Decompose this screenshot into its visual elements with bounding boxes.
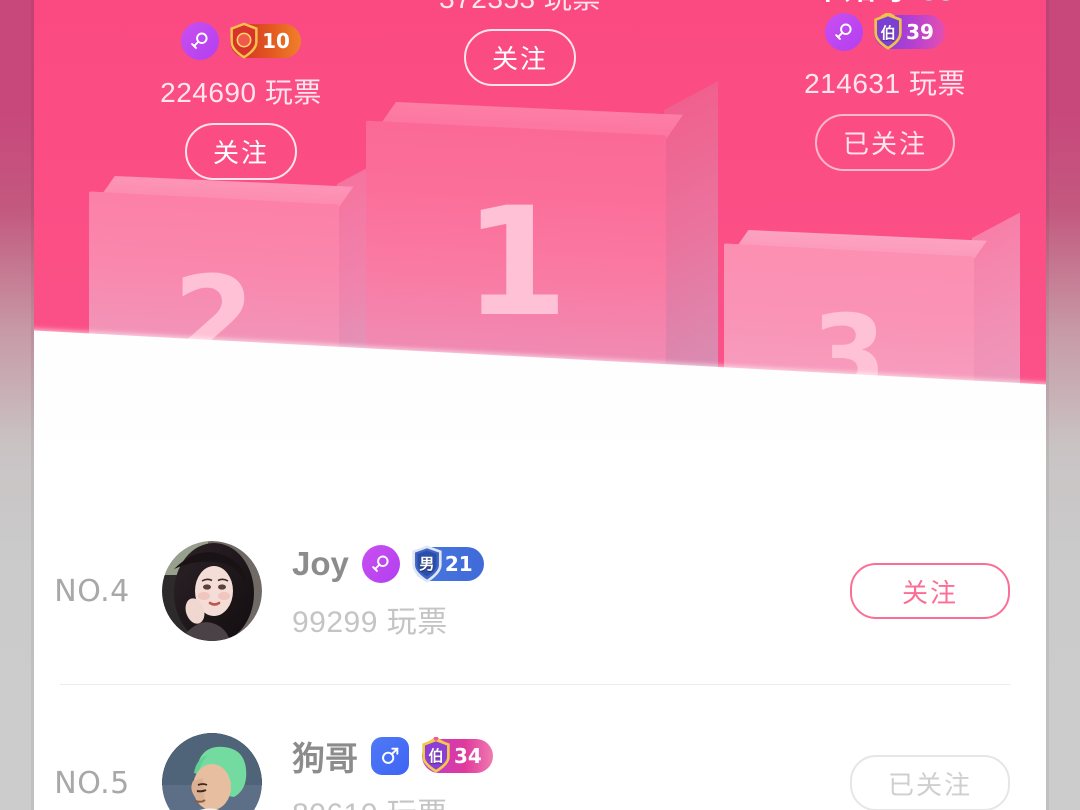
avatar[interactable] [162,733,262,810]
list-item-rank-4: NO.4 [54,573,130,609]
follow-button-no4[interactable]: 关注 [850,563,1010,619]
female-icon [825,13,864,52]
level-badge-no4: 男 21 [412,544,484,583]
rank2-votes: 224690 玩票 [160,77,322,108]
rank3-badge-row: 伯 39 [752,13,1018,52]
list-item-votes: 80610 玩票 [292,789,850,810]
male-icon [371,736,409,775]
rank3-votes: 214631 玩票 [804,68,966,100]
list-item-info: 狗哥 伯 34 [292,734,850,810]
shield-icon [225,22,263,60]
level-badge-rank-3-tier: 伯 [880,23,896,42]
list-row-divider [60,684,1010,685]
list-item-username: 狗哥 [292,739,358,777]
device-frame-left [0,0,34,810]
list-item-rank-5: NO.5 [54,765,130,801]
rank2-badge-row: 10 [106,22,376,60]
table-row[interactable]: NO.4 Joy 男 21 99299 玩票 关注 [34,498,1046,684]
rank3-user-name: 千姑母 👀 [752,0,1018,7]
followed-button-no5[interactable]: 已关注 [850,755,1010,810]
level-badge-no5-level: 34 [454,743,482,768]
shield-icon: 伯 [869,13,907,51]
female-icon [181,22,220,60]
leaderboard-list: NO.4 Joy 男 21 99299 玩票 关注 NO.5 狗哥 伯 34 已… [34,440,1046,810]
podium-entry-rank-1: 372353 玩票 关注 [390,0,650,86]
avatar[interactable] [162,541,262,641]
device-frame-right [1046,0,1080,810]
rank3-followed-button[interactable]: 已关注 [814,114,955,172]
list-item-votes: 99299 玩票 [292,605,448,639]
rank1-votes: 372353 玩票 [390,0,650,17]
list-item-username: Joy [292,544,349,582]
podium-entry-rank-3: 千姑母 👀 伯 [752,0,1018,172]
level-badge-no4-level: 21 [444,551,473,576]
level-badge-rank-3-level: 39 [906,20,934,45]
leaderboard-podium-section: 2 3 1 10 224690 玩票 关注 关注 伯 39 214631 玩票 … [34,0,1046,440]
shield-icon: 伯 [417,736,455,775]
level-badge-no5-tier: 伯 [428,747,444,765]
podium-rank-number-1: 1 [463,176,569,350]
screenshot-root: 2 3 1 10 224690 玩票 关注 关注 伯 39 214631 玩票 … [0,0,1080,810]
list-item-name-row: Joy 男 21 [292,542,850,586]
shield-icon: 男 [408,544,446,583]
rank2-follow-button[interactable]: 关注 [184,123,297,180]
podium-block-1-side [664,81,718,410]
list-item-name-row: 狗哥 伯 34 [292,734,850,778]
level-badge-rank-3: 伯 39 [874,13,945,50]
female-icon [361,544,400,583]
podium-entry-rank-2: 10 224690 玩票 关注 [106,16,376,180]
rank1-follow-button[interactable]: 关注 [463,29,576,86]
app-viewport: 2 3 1 10 224690 玩票 关注 关注 伯 39 214631 玩票 … [34,0,1046,810]
level-badge-no5: 伯 34 [422,736,493,773]
level-badge-rank-2-level: 10 [262,29,290,53]
table-row[interactable]: NO.5 狗哥 伯 34 已关注 [34,690,1046,810]
list-item-info: Joy 男 21 99299 玩票 [292,542,850,641]
level-badge-rank-2: 10 [230,22,301,59]
level-badge-no4-tier: 男 [419,555,435,573]
